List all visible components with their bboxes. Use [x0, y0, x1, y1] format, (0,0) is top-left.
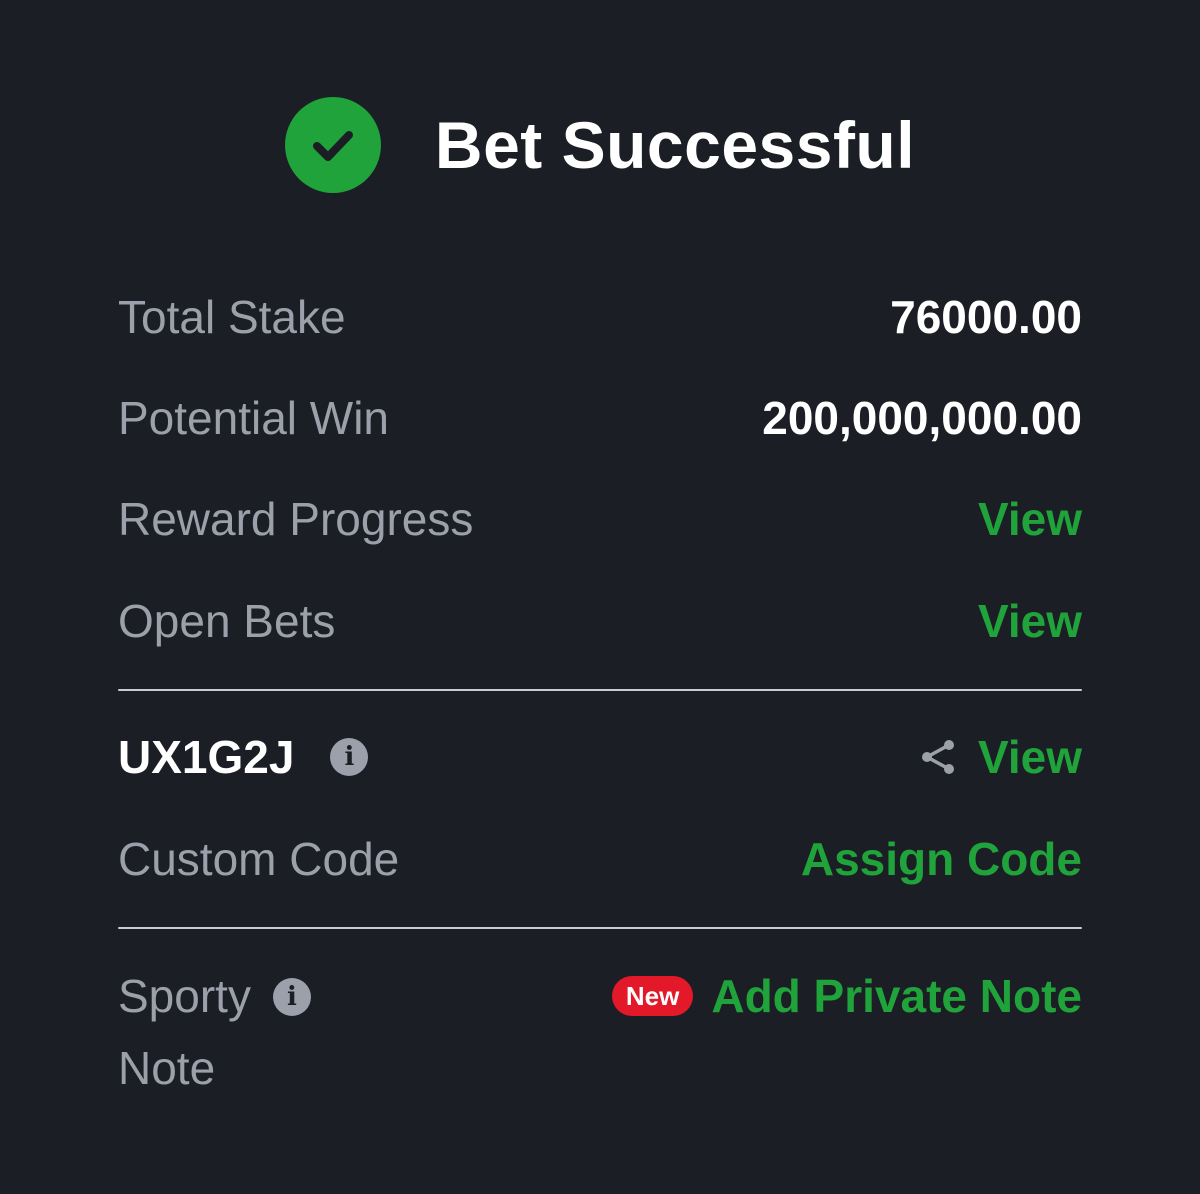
booking-actions: View [918, 730, 1082, 784]
open-bets-row: Open Bets View [118, 581, 1082, 661]
total-stake-value: 76000.00 [890, 291, 1082, 343]
booking-view-link[interactable]: View [978, 730, 1082, 784]
reward-progress-label: Reward Progress [118, 493, 474, 545]
assign-code-link[interactable]: Assign Code [801, 832, 1082, 886]
add-note-group: New Add Private Note [611, 960, 1082, 1032]
info-icon[interactable]: i [272, 977, 311, 1016]
divider [118, 927, 1082, 929]
reward-progress-view-link[interactable]: View [978, 492, 1082, 546]
booking-code-row: UX1G2J i View [118, 717, 1082, 797]
potential-win-row: Potential Win 200,000,000.00 [118, 378, 1082, 458]
sporty-note-label: Sporty i Note [118, 960, 358, 1104]
custom-code-row: Custom Code Assign Code [118, 819, 1082, 899]
header: Bet Successful [0, 97, 1200, 193]
check-circle-icon [284, 97, 381, 193]
sporty-note-label-line2: Note [118, 1042, 216, 1094]
divider [118, 689, 1082, 691]
add-private-note-link[interactable]: Add Private Note [711, 969, 1082, 1023]
sporty-note-label-line1: Sporty [118, 970, 251, 1022]
page-title: Bet Successful [434, 108, 916, 182]
share-icon[interactable] [918, 737, 958, 777]
sporty-note-row: Sporty i Note New Add Private Note [118, 960, 1082, 1104]
potential-win-label: Potential Win [118, 392, 390, 444]
custom-code-label: Custom Code [118, 833, 400, 885]
info-icon[interactable]: i [330, 738, 369, 776]
total-stake-label: Total Stake [118, 291, 346, 343]
new-badge: New [611, 976, 694, 1016]
reward-progress-row: Reward Progress View [118, 479, 1082, 559]
open-bets-view-link[interactable]: View [978, 594, 1082, 648]
booking-code: UX1G2J [118, 731, 295, 783]
booking-code-group: UX1G2J i [118, 730, 369, 784]
total-stake-row: Total Stake 76000.00 [118, 277, 1082, 357]
bet-success-panel: Bet Successful Total Stake 76000.00 Pote… [0, 0, 1200, 1194]
open-bets-label: Open Bets [118, 595, 336, 647]
potential-win-value: 200,000,000.00 [762, 392, 1082, 444]
